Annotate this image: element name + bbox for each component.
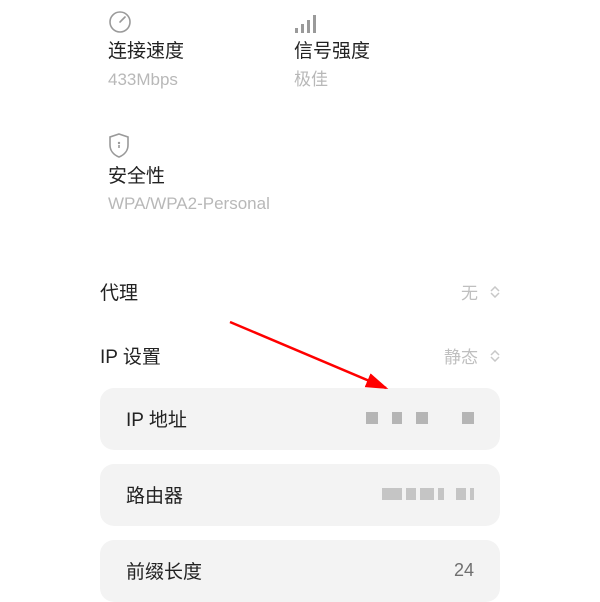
ip-settings-value: 静态	[444, 343, 478, 368]
ip-settings-label: IP 设置	[100, 342, 161, 369]
signal-icon	[294, 6, 370, 34]
speed-icon	[108, 6, 294, 34]
updown-icon	[490, 350, 500, 362]
ip-address-value	[366, 408, 474, 429]
prefix-length-value: 24	[454, 560, 474, 581]
proxy-value: 无	[461, 279, 478, 304]
signal-value: 极佳	[294, 69, 370, 91]
ip-address-field[interactable]: IP 地址	[100, 388, 500, 450]
router-label: 路由器	[126, 481, 183, 508]
proxy-row[interactable]: 代理 无	[100, 260, 500, 324]
signal-title: 信号强度	[294, 40, 370, 65]
router-value	[382, 484, 474, 505]
speed-value: 433Mbps	[108, 69, 294, 91]
connection-speed-block: 连接速度 433Mbps	[108, 6, 294, 91]
router-field[interactable]: 路由器	[100, 464, 500, 526]
security-block: 安全性 WPA/WPA2-Personal	[108, 131, 600, 216]
ip-settings-row[interactable]: IP 设置 静态	[100, 324, 500, 388]
speed-title: 连接速度	[108, 40, 294, 65]
proxy-label: 代理	[100, 278, 138, 305]
prefix-length-field[interactable]: 前缀长度 24	[100, 540, 500, 602]
shield-icon	[108, 131, 600, 159]
ip-address-label: IP 地址	[126, 405, 187, 432]
security-value: WPA/WPA2-Personal	[108, 193, 600, 215]
updown-icon	[490, 286, 500, 298]
prefix-length-label: 前缀长度	[126, 557, 202, 584]
security-title: 安全性	[108, 165, 600, 190]
signal-strength-block: 信号强度 极佳	[294, 6, 370, 91]
